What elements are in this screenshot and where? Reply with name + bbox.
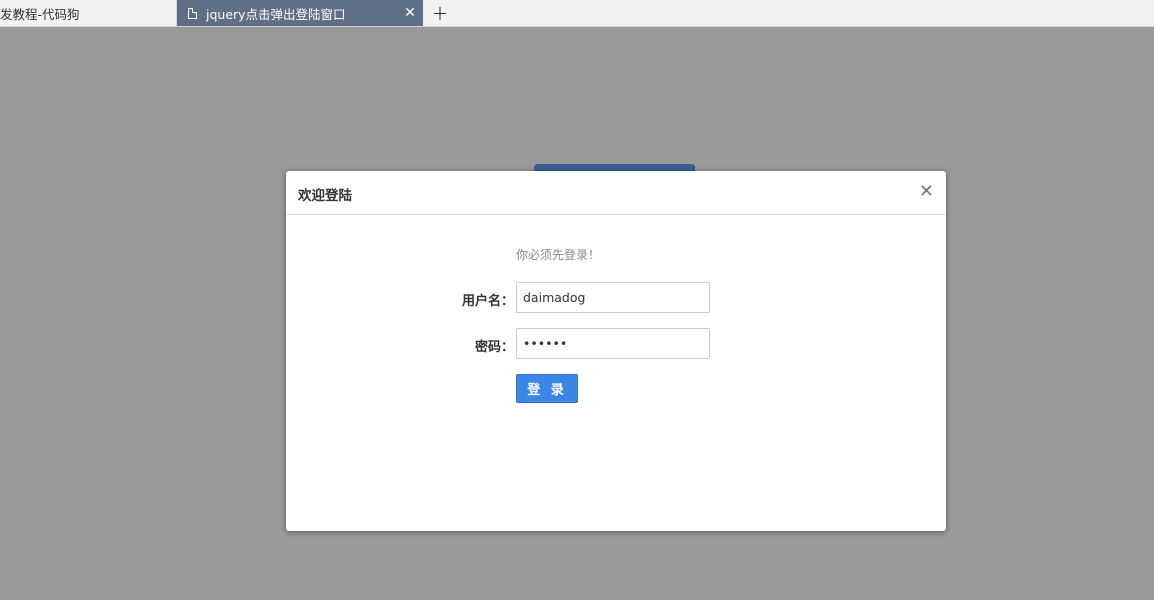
- tab-title: jquery点击弹出登陆窗口: [206, 6, 346, 22]
- dialog-header: 欢迎登陆 ✕: [286, 171, 946, 215]
- password-input[interactable]: [516, 328, 710, 359]
- close-icon[interactable]: ✕: [919, 182, 934, 202]
- username-label: 用户名：: [461, 294, 514, 309]
- login-notice: 你必须先登录！: [516, 248, 601, 262]
- close-icon[interactable]: ✕: [397, 5, 423, 21]
- password-label: 密码：: [474, 340, 514, 355]
- tab-inactive[interactable]: 发教程-代码狗: [0, 0, 177, 26]
- login-dialog: 欢迎登陆 ✕ 你必须先登录！ 用户名： 密码： 登 录: [286, 171, 946, 531]
- dialog-title: 欢迎登陆: [298, 188, 352, 204]
- tab-active[interactable]: jquery点击弹出登陆窗口 ✕: [177, 0, 423, 26]
- page-icon: [188, 7, 197, 19]
- login-button[interactable]: 登 录: [516, 374, 578, 403]
- tab-bar: 发教程-代码狗 jquery点击弹出登陆窗口 ✕ +: [0, 0, 1154, 27]
- username-input[interactable]: [516, 282, 710, 313]
- plus-icon[interactable]: +: [428, 0, 452, 26]
- tab-title: 发教程-代码狗: [0, 6, 80, 22]
